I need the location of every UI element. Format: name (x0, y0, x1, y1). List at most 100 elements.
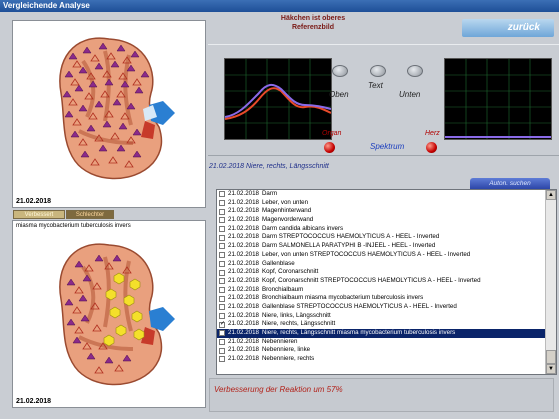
heading-line-1: Häkchen ist oberes (280, 15, 346, 22)
list-item[interactable]: 21.02.2018 Bronchialbaum miasma mycobacte… (217, 294, 546, 303)
list-item[interactable]: 21.02.2018 Darm SALMONELLA PARATYPHI B -I… (217, 242, 546, 251)
list-item[interactable]: 21.02.2018 Gallenblase STREPTOCOCCUS HAEM… (217, 303, 546, 312)
status-text: Verbesserung der Reaktion um 57% (214, 385, 343, 394)
list-item-checkbox[interactable] (219, 217, 225, 224)
organ-indicator (324, 142, 335, 153)
list-item-date: 21.02.2018 (228, 233, 259, 241)
list-item-date: 21.02.2018 (228, 329, 259, 336)
list-item-date: 21.02.2018 (228, 302, 259, 310)
divider (208, 44, 559, 45)
list-item-checkbox[interactable] (219, 312, 225, 319)
list-item-checkbox[interactable] (219, 295, 225, 302)
tab-improved[interactable]: Verbessert (13, 210, 65, 219)
list-item-date: 21.02.2018 (228, 190, 259, 197)
list-item-checkbox[interactable] (219, 191, 225, 198)
list-item-date: 21.02.2018 (228, 294, 259, 302)
back-button[interactable]: zurück (462, 19, 554, 37)
list-item-text: Gallenblase (261, 259, 295, 267)
kidney-reference-image (59, 37, 175, 180)
list-item-checkbox[interactable] (219, 286, 225, 293)
list-item-date: 21.02.2018 (228, 216, 259, 224)
list-item[interactable]: 21.02.2018Niere, rechts, Längsschnitt (217, 320, 546, 329)
list-item-text: Niere, rechts, Längsschnitt miasma mycob… (261, 329, 456, 336)
oben-button[interactable] (332, 65, 348, 77)
list-item[interactable]: 21.02.2018 Magenhinterwand (217, 207, 546, 216)
list-item-text: Nebennieren (261, 337, 298, 345)
tab-worse[interactable]: Schlechter (66, 210, 114, 219)
list-item[interactable]: 21.02.2018 Nebennieren (217, 338, 546, 347)
list-item-text: Niere, links, Längsschnitt (261, 311, 331, 319)
list-item-text: Magenhinterwand (261, 207, 312, 215)
list-item[interactable]: 21.02.2018 Nebenniere, rechts (217, 355, 546, 364)
list-item-checkbox[interactable] (219, 252, 225, 259)
scroll-thumb[interactable] (546, 350, 556, 364)
scroll-up-icon[interactable]: ▲ (546, 190, 556, 200)
list-item-text: Nebenniere, linke (261, 346, 311, 354)
list-item-date: 21.02.2018 (228, 242, 259, 250)
list-item-checkbox[interactable] (219, 208, 225, 215)
reference-image-panel[interactable]: 21.02.2018 (12, 20, 206, 208)
list-item[interactable]: 21.02.2018 Leber, von unten (217, 199, 546, 208)
list-item-text: Kopf, Coronarschnitt (261, 268, 319, 276)
unten-label: Unten (399, 90, 421, 99)
heart-label: Herz (425, 130, 440, 137)
spektrum-label: Spektrum (370, 142, 405, 151)
list-item-date: 21.02.2018 (228, 207, 259, 215)
list-item[interactable]: 21.02.2018 Darm STREPTOCOCCUS HAEMOLYTICU… (217, 233, 546, 242)
list-item[interactable]: 21.02.2018 Kopf, Coronarschnitt (217, 268, 546, 277)
list-item[interactable]: 21.02.2018 Gallenblase (217, 260, 546, 269)
list-item[interactable]: 21.02.2018 Nebenniere, linke (217, 346, 546, 355)
text-button[interactable] (370, 65, 386, 77)
list-item-date: 21.02.2018 (228, 268, 259, 276)
kidney-comparison-image (59, 243, 175, 386)
list-item-text: Darm candida albicans invers (261, 224, 344, 232)
list-item-text: Magenvorderwand (261, 216, 314, 224)
list-item-text: Gallenblase STREPTOCOCCUS HAEMOLYTICUS A… (261, 302, 457, 310)
list-item-checkbox[interactable] (219, 269, 225, 276)
list-item-date: 21.02.2018 (228, 346, 259, 354)
list-item-checkbox[interactable] (219, 339, 225, 346)
reference-image-date: 21.02.2018 (16, 198, 52, 205)
list-item-checkbox[interactable] (219, 278, 225, 285)
spectrum-scope-left (224, 58, 332, 140)
list-item[interactable]: 21.02.2018 Kopf, Coronarschnitt STREPTOCO… (217, 277, 546, 286)
list-item[interactable]: 21.02.2018 Leber, von unten STREPTOCOCCUS… (217, 251, 546, 260)
list-item-checkbox[interactable] (219, 347, 225, 354)
list-item-checkbox[interactable] (219, 200, 225, 207)
text-label: Text (368, 81, 383, 90)
list-item-checkbox[interactable] (219, 320, 225, 328)
spectrum-graph (225, 59, 331, 139)
status-panel: Verbesserung der Reaktion um 57% (209, 378, 554, 412)
list-item[interactable]: 21.02.2018 Bronchialbaum (217, 286, 546, 295)
list-item-text: Leber, von unten STREPTOCOCCUS HAEMOLYTI… (261, 250, 471, 258)
auto-search-button[interactable]: Auton. suchen (470, 178, 550, 189)
list-item-checkbox[interactable] (219, 356, 225, 363)
list-item-text: Kopf, Coronarschnitt STREPTOCOCCUS HAEMO… (261, 276, 481, 284)
list-item[interactable]: 21.02.2018 Magenvorderwand (217, 216, 546, 225)
list-item[interactable]: 21.02.2018 Darm (217, 190, 546, 199)
list-item-text: Leber, von unten (261, 198, 309, 206)
list-item-date: 21.02.2018 (228, 311, 259, 319)
list-item-date: 21.02.2018 (228, 259, 259, 267)
heading-line-2: Referenzbild (291, 24, 334, 31)
list-item-checkbox[interactable] (219, 304, 225, 311)
list-item[interactable]: 21.02.2018 Niere, links, Längsschnitt (217, 312, 546, 321)
list-item-text: Darm STREPTOCOCCUS HAEMOLYTICUS A - HEEL… (261, 233, 440, 241)
list-item[interactable]: 21.02.2018 Darm candida albicans invers (217, 225, 546, 234)
scroll-down-icon[interactable]: ▼ (546, 364, 556, 374)
analysis-list-rows: 21.02.2018 Darm 21.02.2018 Leber, von unten… (217, 190, 546, 364)
comparison-image-panel[interactable]: miasma mycobacterium tuberculosis invers… (12, 220, 206, 408)
list-item-checkbox[interactable] (219, 226, 225, 233)
analysis-list[interactable]: 21.02.2018 Darm 21.02.2018 Leber, von unten… (216, 189, 557, 375)
list-item-date: 21.02.2018 (228, 355, 259, 363)
list-item-text: Darm (261, 190, 278, 197)
heart-indicator (426, 142, 437, 153)
list-scrollbar[interactable]: ▲ ▼ (545, 190, 556, 374)
list-item-checkbox[interactable] (219, 243, 225, 250)
list-item-checkbox[interactable] (219, 260, 225, 267)
list-item[interactable]: 21.02.2018 Niere, rechts, Längsschnitt mi… (217, 329, 546, 338)
unten-button[interactable] (407, 65, 423, 77)
comparison-image-caption: miasma mycobacterium tuberculosis invers (16, 223, 131, 229)
list-item-checkbox[interactable] (219, 330, 225, 337)
list-item-checkbox[interactable] (219, 234, 225, 241)
